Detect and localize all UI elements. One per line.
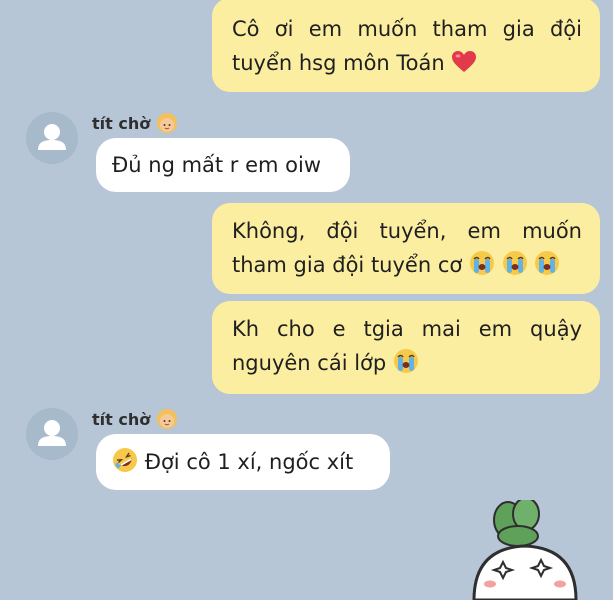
message-text: Đợi cô 1 xí, ngốc xít (144, 450, 354, 474)
message-bubble-incoming[interactable]: Đợi cô 1 xí, ngốc xít (96, 434, 390, 490)
radish-starry-eyes-icon (472, 497, 578, 600)
crying-emoji-group (469, 251, 560, 277)
crying-face-emoji-icon (469, 251, 494, 275)
avatar[interactable] (26, 408, 78, 460)
message-text: Cô ơi em muốn tham gia đội tuyển hsg môn… (232, 17, 582, 75)
user-silhouette-icon (38, 124, 66, 150)
message-text: Đủ ng mất r em oiw (112, 153, 322, 177)
message-bubble-outgoing[interactable]: Không, đội tuyển, em muốn tham gia đội t… (212, 203, 600, 294)
radish-sticker[interactable] (470, 497, 590, 600)
crying-face-emoji-icon (535, 251, 560, 275)
sender-name: tít chờ (92, 112, 178, 134)
message-bubble-incoming[interactable]: Đủ ng mất r em oiw (96, 138, 350, 192)
message-bubble-outgoing[interactable]: Cô ơi em muốn tham gia đội tuyển hsg môn… (212, 0, 600, 92)
blonde-person-emoji-icon (156, 113, 177, 133)
avatar[interactable] (26, 112, 78, 164)
sender-name-text: tít chờ (92, 410, 151, 429)
heart-emoji-icon (452, 51, 477, 72)
sender-name-text: tít chờ (92, 114, 151, 133)
blonde-person-emoji-icon (156, 409, 177, 429)
message-bubble-outgoing[interactable]: Kh cho e tgia mai em quậy nguyên cái lớp (212, 301, 600, 394)
sender-name: tít chờ (92, 408, 178, 430)
rolling-laughing-emoji-icon (113, 448, 137, 472)
user-silhouette-icon (38, 420, 66, 446)
crying-face-emoji-icon (393, 349, 418, 373)
chat-window: Cô ơi em muốn tham gia đội tuyển hsg môn… (0, 0, 613, 600)
crying-face-emoji-icon (502, 251, 527, 275)
